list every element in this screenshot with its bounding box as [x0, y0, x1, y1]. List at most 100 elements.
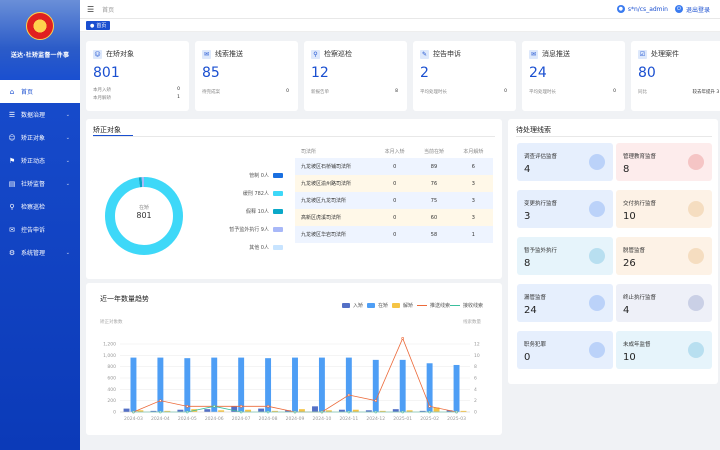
legend-label: 其他 0人: [249, 245, 269, 251]
legend-item-2[interactable]: 假释 10人: [228, 208, 283, 215]
bar-在矫: [426, 363, 433, 412]
sidebar-item-2[interactable]: ☺ 矫正对象 ⌄: [0, 126, 80, 149]
table-header: 当前在矫: [414, 145, 454, 158]
legend-item-3[interactable]: 暂予监外执行 9人: [228, 226, 283, 233]
user-menu[interactable]: ● s*n/cs_admin: [616, 5, 668, 13]
y-right-tick: 2: [474, 398, 477, 404]
bar-入矫: [204, 409, 211, 412]
stat-card-row: 待完成案 0: [202, 89, 289, 95]
pending-card-1[interactable]: 管理教育监督 8: [616, 143, 712, 181]
bar-在矫: [130, 357, 137, 412]
pending-card-6[interactable]: 漏管监督 24: [517, 284, 613, 322]
chart-legend-item-0[interactable]: 入矫: [342, 302, 363, 309]
bar-入矫: [392, 409, 399, 412]
table-cell: 0: [375, 192, 415, 209]
point-推送线索: [401, 337, 404, 340]
y-right-tick: 4: [474, 387, 477, 393]
pending-label: 管理教育监督: [623, 154, 657, 160]
stat-card-icon: ☺: [93, 49, 102, 59]
table-row[interactable]: 九龙坡区华岩司法所 0 58 1: [295, 226, 493, 243]
x-tick: 2024-06: [205, 416, 224, 422]
pending-card-7[interactable]: 终止执行监督 4: [616, 284, 712, 322]
table-row[interactable]: 九龙坡区渝州路司法所 0 76 3: [295, 175, 493, 192]
chart-legend-item-2[interactable]: 解矫: [392, 302, 413, 309]
pending-card-8[interactable]: 职务犯罪 0: [517, 331, 613, 369]
sidebar-item-0[interactable]: ⌂ 首页: [0, 80, 80, 103]
chart-legend-swatch: [392, 303, 400, 308]
chevron-down-icon: ⌄: [65, 249, 70, 256]
legend-item-1[interactable]: 缓刑 782人: [228, 190, 283, 197]
pending-decoration-icon: [688, 201, 704, 217]
x-tick: 2024-09: [286, 416, 305, 422]
pending-divider: [516, 136, 712, 137]
sidebar-item-3[interactable]: ⚑ 矫正动态 ⌄: [0, 149, 80, 172]
sidebar-item-4[interactable]: ▤ 社矫监督 ⌄: [0, 172, 80, 195]
point-接收线索: [212, 405, 216, 408]
pending-decoration-icon: [688, 154, 704, 170]
chart-legend-item-1[interactable]: 在矫: [367, 302, 388, 309]
stat-card-4[interactable]: ✉ 消息推送 24 平均处理时长 0: [522, 41, 625, 111]
sidebar-item-label: 矫正对象: [21, 135, 46, 142]
stat-row-value: 0: [613, 89, 616, 94]
pending-card-5[interactable]: 脱管监督 26: [616, 237, 712, 275]
stat-card-value: 12: [311, 65, 329, 81]
chart-legend-item-3[interactable]: 推送线索: [417, 302, 450, 309]
table-cell: 0: [375, 175, 415, 192]
chart-legend-label: 解矫: [403, 303, 414, 309]
chart-legend-item-4[interactable]: 接收线索: [450, 302, 483, 309]
table-cell: 高新区虎溪司法所: [295, 209, 375, 226]
stat-card-3[interactable]: ✎ 控告申诉 2 平均处理时长 0: [413, 41, 516, 111]
stat-row-label: 本月解矫: [93, 96, 111, 101]
stat-card-value: 801: [93, 65, 120, 81]
stat-card-icon: ✉: [202, 49, 211, 59]
stat-card-header: ☺ 在矫对象: [93, 49, 134, 59]
bar-在矫: [399, 359, 406, 412]
pending-card-2[interactable]: 变更执行监督 3: [517, 190, 613, 228]
sidebar-item-6[interactable]: ✉ 控告申诉: [0, 218, 80, 241]
pending-card-0[interactable]: 调查评估监督 4: [517, 143, 613, 181]
x-tick: 2024-05: [178, 416, 197, 422]
table-row[interactable]: 九龙坡区石桥铺司法所 0 89 6: [295, 158, 493, 175]
sidebar-item-1[interactable]: ☰ 数据治理 ⌄: [0, 103, 80, 126]
legend-label: 暂予监外执行 9人: [229, 227, 269, 233]
stat-card-icon: ✎: [420, 49, 429, 59]
pending-value: 10: [623, 211, 636, 222]
stat-row-value: 1: [177, 95, 180, 100]
legend-item-4[interactable]: 其他 0人: [228, 244, 283, 251]
stat-card-2[interactable]: ⚲ 检察巡检 12 新报告单 8: [304, 41, 407, 111]
corrections-divider: [93, 136, 495, 137]
user-icon: ☺: [8, 133, 16, 142]
stat-card-1[interactable]: ✉ 线索推送 85 待完成案 0: [195, 41, 298, 111]
bar-在矫: [211, 357, 218, 412]
sidebar-item-7[interactable]: ⚙ 系统管理 ⌄: [0, 241, 80, 264]
stat-card-0[interactable]: ☺ 在矫对象 801 本月入矫 0 本月解矫 1: [86, 41, 189, 111]
stat-card-title: 处理案件: [651, 50, 679, 58]
pending-card-4[interactable]: 暂予监外执行 8: [517, 237, 613, 275]
chart-legend-swatch: [367, 303, 375, 308]
logout-button[interactable]: ⏻ 退出登录: [674, 5, 710, 14]
menu-toggle-icon[interactable]: ☰: [87, 5, 94, 14]
chevron-down-icon: ⌄: [65, 134, 70, 141]
bar-入矫: [258, 408, 265, 412]
table-row[interactable]: 九龙坡区九龙司法所 0 75 3: [295, 192, 493, 209]
legend-swatch: [273, 245, 283, 250]
pending-decoration-icon: [589, 154, 605, 170]
chart-legend-label: 接收线索: [463, 303, 484, 309]
pending-value: 4: [524, 164, 531, 175]
pending-label: 职务犯罪: [524, 342, 547, 348]
x-tick: 2024-04: [151, 416, 170, 422]
pending-value: 3: [524, 211, 531, 222]
tab-home[interactable]: ● 首页: [86, 21, 111, 30]
stat-card-5[interactable]: ☑ 处理案件 80 同比 较去年提升 3 %: [631, 41, 720, 111]
pending-decoration-icon: [589, 295, 605, 311]
pending-card-9[interactable]: 未成年监督 10: [616, 331, 712, 369]
breadcrumb[interactable]: 首页: [102, 5, 114, 14]
table-row[interactable]: 高新区虎溪司法所 0 60 3: [295, 209, 493, 226]
stat-card-header: ✉ 消息推送: [529, 49, 570, 59]
x-tick: 2025-02: [420, 416, 439, 422]
legend-item-0[interactable]: 管制 0人: [228, 172, 283, 179]
top-bar: ☰ 首页 ● s*n/cs_admin ⏻ 退出登录: [80, 0, 720, 19]
chart-legend-line-icon: [450, 305, 460, 310]
pending-card-3[interactable]: 交付执行监督 10: [616, 190, 712, 228]
sidebar-item-5[interactable]: ⚲ 检察巡检: [0, 195, 80, 218]
